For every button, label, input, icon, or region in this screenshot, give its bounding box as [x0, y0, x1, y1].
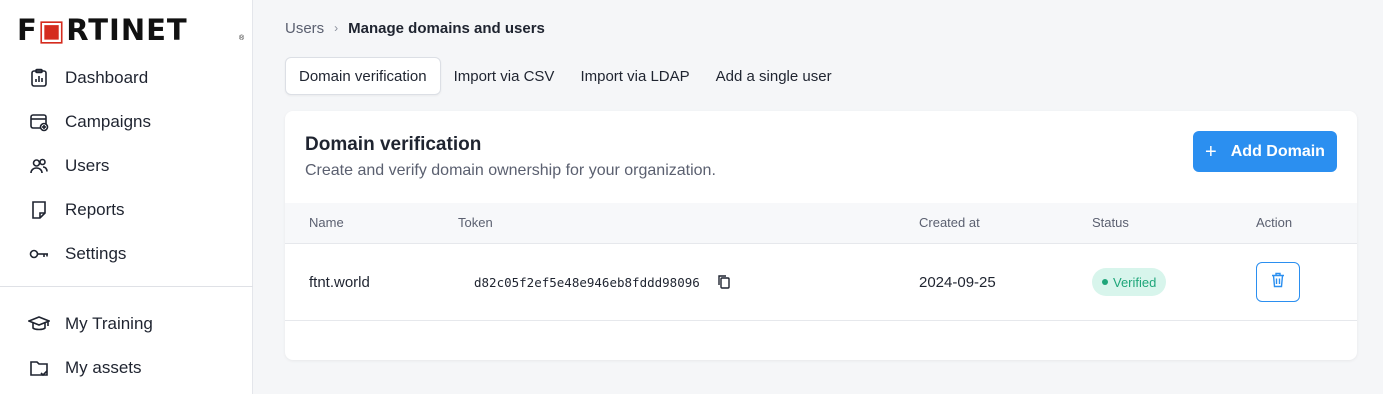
tab-bar: Domain verification Import via CSV Impor…	[285, 57, 845, 95]
breadcrumb-users-link[interactable]: Users	[285, 20, 324, 37]
sidebar-item-reports[interactable]: Reports	[28, 195, 125, 225]
domain-verification-card: Domain verification Create and verify do…	[285, 111, 1357, 360]
folder-icon	[28, 357, 50, 379]
breadcrumb: Users › Manage domains and users	[285, 18, 545, 38]
sidebar-item-label: Reports	[65, 200, 125, 219]
sidebar: F▣RTINET ® Dashboard Campaigns Users Rep…	[0, 0, 253, 394]
sidebar-item-settings[interactable]: Settings	[28, 239, 126, 269]
created-at-date: 2024-09-25	[919, 274, 996, 291]
breadcrumb-current: Manage domains and users	[348, 19, 545, 37]
registered-mark: ®	[239, 35, 245, 42]
status-badge: Verified	[1092, 268, 1167, 296]
card-subtitle: Create and verify domain ownership for y…	[305, 162, 716, 179]
key-icon	[28, 243, 50, 265]
copy-icon[interactable]	[717, 274, 731, 293]
fortinet-logo[interactable]: F▣RTINET ®	[17, 13, 244, 47]
sidebar-item-campaigns[interactable]: Campaigns	[28, 107, 151, 137]
sidebar-item-users[interactable]: Users	[28, 151, 109, 181]
logo-o-mark-icon: ▣	[37, 13, 67, 47]
column-header-status: Status	[1092, 215, 1129, 230]
domain-name: ftnt.world	[309, 274, 370, 291]
tab-import-csv[interactable]: Import via CSV	[441, 57, 568, 95]
campaigns-icon	[28, 111, 50, 133]
add-domain-button[interactable]: + Add Domain	[1193, 131, 1337, 172]
sidebar-item-label: Campaigns	[65, 112, 151, 131]
delete-domain-button[interactable]	[1256, 262, 1300, 302]
tab-domain-verification[interactable]: Domain verification	[285, 57, 441, 95]
dashboard-icon	[28, 67, 50, 89]
card-title: Domain verification	[305, 134, 482, 155]
table-header: Name Token Created at Status Action	[285, 203, 1357, 244]
status-label: Verified	[1113, 274, 1157, 290]
sidebar-item-my-training[interactable]: My Training	[28, 309, 153, 339]
reports-icon	[28, 199, 50, 221]
add-domain-label: Add Domain	[1230, 142, 1325, 160]
logo-letters-rtinet: RTINET	[66, 13, 188, 47]
plus-icon: +	[1205, 140, 1217, 163]
status-dot-icon	[1102, 279, 1108, 285]
sidebar-divider	[0, 286, 253, 287]
tab-add-single-user[interactable]: Add a single user	[703, 57, 845, 95]
trash-icon	[1271, 272, 1285, 292]
sidebar-item-label: Settings	[65, 244, 127, 263]
sidebar-item-label: Dashboard	[65, 68, 149, 87]
column-header-action: Action	[1256, 215, 1293, 230]
logo-letter-f: F	[17, 13, 38, 47]
column-header-created-at: Created at	[919, 215, 980, 230]
table-row: ftnt.world d82c05f2ef5e48e946eb8fddd9809…	[285, 244, 1357, 321]
domain-token: d82c05f2ef5e48e946eb8fddd98096	[474, 275, 700, 290]
sidebar-item-my-assets[interactable]: My assets	[28, 353, 142, 383]
users-icon	[28, 155, 50, 177]
sidebar-item-dashboard[interactable]: Dashboard	[28, 63, 148, 93]
sidebar-item-label: My assets	[65, 358, 142, 377]
column-header-token: Token	[458, 215, 493, 230]
tab-import-ldap[interactable]: Import via LDAP	[567, 57, 702, 95]
sidebar-item-label: Users	[65, 156, 110, 175]
column-header-name: Name	[309, 215, 344, 230]
logo-wordmark: F▣RTINET	[17, 13, 188, 47]
sidebar-item-label: My Training	[65, 314, 153, 333]
chevron-right-icon: ›	[334, 21, 339, 35]
graduation-cap-icon	[28, 313, 50, 335]
